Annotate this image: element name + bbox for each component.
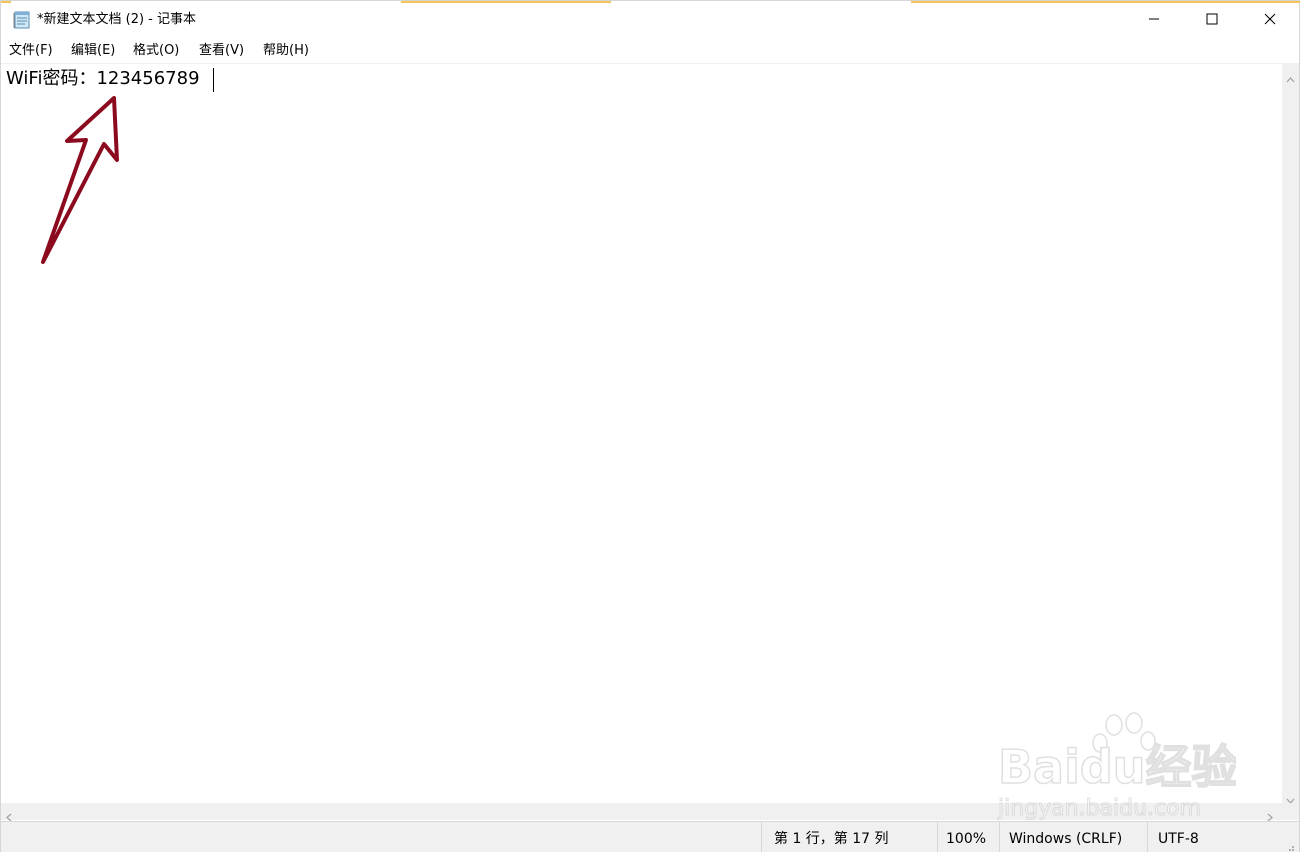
status-position: 第 1 行，第 17 列 bbox=[774, 831, 889, 847]
title-bar[interactable]: *新建文本文档 (2) - 记事本 bbox=[1, 1, 1300, 38]
menu-view[interactable]: 查看(V) bbox=[199, 42, 244, 60]
status-zoom: 100% bbox=[946, 831, 987, 847]
scroll-up-icon[interactable] bbox=[1286, 68, 1295, 87]
status-cell-zoom: 100% bbox=[937, 822, 999, 852]
scrollbar-corner bbox=[1282, 803, 1299, 820]
editor-text-line: WiFi密码：123456789 bbox=[6, 68, 200, 89]
close-icon bbox=[1264, 10, 1276, 29]
status-cell-encoding: UTF-8 bbox=[1147, 822, 1299, 852]
menu-format[interactable]: 格式(O) bbox=[133, 42, 179, 60]
menu-bar: 文件(F) 编辑(E) 格式(O) 查看(V) 帮助(H) bbox=[1, 38, 1299, 64]
status-cell-position: 第 1 行，第 17 列 bbox=[761, 822, 937, 852]
menu-help[interactable]: 帮助(H) bbox=[263, 42, 309, 60]
baidu-watermark: Baidu经验 jingyan.baidu.com bbox=[997, 712, 1236, 822]
title-accent bbox=[1, 1, 11, 3]
title-accent bbox=[401, 1, 611, 3]
window-title: *新建文本文档 (2) - 记事本 bbox=[37, 12, 197, 27]
maximize-icon bbox=[1206, 10, 1218, 29]
minimize-icon bbox=[1148, 10, 1160, 29]
text-caret bbox=[213, 68, 214, 92]
status-encoding: UTF-8 bbox=[1158, 831, 1199, 847]
text-editor[interactable]: WiFi密码：123456789 bbox=[1, 64, 1282, 803]
menu-edit[interactable]: 编辑(E) bbox=[71, 42, 115, 60]
watermark-url: jingyan.baidu.com bbox=[997, 796, 1201, 821]
close-button[interactable] bbox=[1241, 1, 1299, 38]
notepad-window: *新建文本文档 (2) - 记事本 文件(F) 编辑(E) 格式(O) 查看(V… bbox=[0, 0, 1300, 852]
minimize-button[interactable] bbox=[1125, 1, 1183, 38]
notepad-icon bbox=[12, 10, 32, 30]
status-cell-line-ending: Windows (CRLF) bbox=[999, 822, 1147, 852]
status-line-ending: Windows (CRLF) bbox=[1009, 831, 1123, 847]
menu-file[interactable]: 文件(F) bbox=[9, 42, 53, 60]
resize-grip-icon[interactable] bbox=[1285, 840, 1295, 852]
vertical-scrollbar[interactable] bbox=[1282, 64, 1299, 804]
watermark-brand: Baidu经验 bbox=[998, 740, 1236, 794]
maximize-button[interactable] bbox=[1183, 1, 1241, 38]
